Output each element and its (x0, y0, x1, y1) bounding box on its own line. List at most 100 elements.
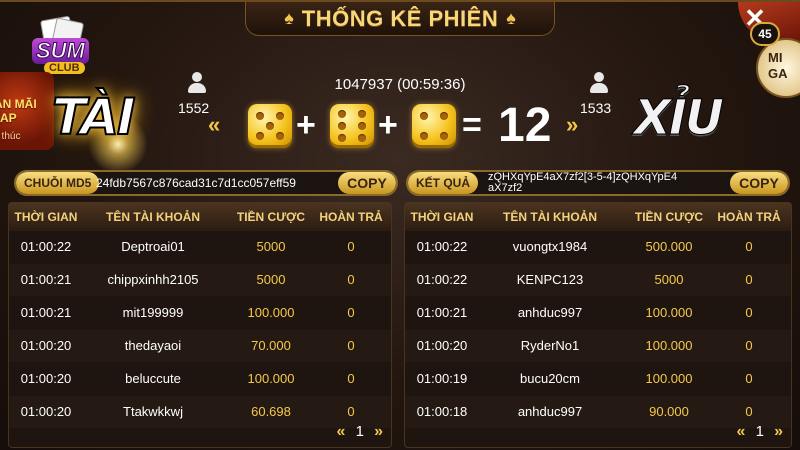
column-header: TÊN TÀI KHOẢN (503, 210, 597, 224)
dice-pip (420, 112, 428, 120)
dice-pip (276, 112, 284, 120)
tai-arrow-icon: « (208, 112, 221, 137)
promo-line: t thúc (0, 131, 21, 142)
promo-line: ẦN MÃI (0, 97, 37, 111)
dice-total: 12 (498, 99, 552, 152)
spade-icon: ♠ (506, 8, 516, 28)
cell-user: anhduc997 (517, 404, 583, 419)
md5-label: CHUỖI MD5 (16, 172, 100, 194)
column-header: TIỀN CƯỢC (236, 210, 306, 224)
cell-refund: 0 (745, 239, 753, 254)
cell-time: 01:00:22 (416, 239, 468, 254)
cell-time: 01:00:21 (20, 305, 72, 320)
dice-pip (440, 132, 448, 140)
table-row: 01:00:20 Ttakwkkwj 60.698 0 (9, 396, 391, 428)
cell-bet: 100.000 (645, 338, 693, 353)
next-page-button[interactable]: » (774, 423, 783, 440)
table-row: 01:00:20 beluccute 100.000 0 (9, 363, 391, 395)
table-row: 01:00:22 vuongtx1984 500.000 0 (405, 231, 791, 263)
dice-pip (338, 122, 346, 130)
cell-refund: 0 (347, 305, 355, 320)
column-header: THỜI GIAN (410, 210, 474, 224)
next-page-button[interactable]: » (374, 423, 383, 440)
dice-pip (358, 134, 366, 142)
sumclub-logo: SUM CLUB (24, 15, 96, 76)
cell-user: beluccute (125, 371, 181, 386)
result-value[interactable]: zQHXqYpE4aX7zf2[3-5-4]zQHXqYpE4 aX7zf2 (488, 172, 677, 194)
equals-sign: = (462, 106, 482, 144)
timer-badge: 45 (750, 22, 780, 46)
dice-2-icon (330, 104, 374, 148)
cell-refund: 0 (347, 371, 355, 386)
cell-bet: 100.000 (247, 305, 295, 320)
session-stats-panel: ♠ THỐNG KÊ PHIÊN ♠ SUM CLUB ẦN MÃI AP t … (0, 0, 800, 450)
table-row: 01:00:19 bucu20cm 100.000 0 (405, 363, 791, 395)
copy-result-button[interactable]: COPY (730, 172, 788, 194)
page-number: 1 (355, 423, 364, 440)
column-header: HOÀN TRẢ (319, 210, 383, 224)
column-header: HOÀN TRẢ (717, 210, 781, 224)
cell-user: KENPC123 (516, 272, 584, 287)
table-row: 01:00:20 RyderNo1 100.000 0 (405, 330, 791, 362)
dice-pip (440, 112, 448, 120)
cell-refund: 0 (745, 371, 753, 386)
side-menu-line: MI (768, 50, 783, 65)
cell-time: 01:00:22 (20, 239, 72, 254)
cell-time: 01:00:20 (20, 404, 72, 419)
prev-page-button[interactable]: « (737, 423, 746, 440)
user-icon (590, 72, 608, 94)
tai-player-count: 1552 (178, 100, 210, 116)
cell-bet: 100.000 (645, 305, 693, 320)
xiu-label: XỈU (634, 90, 725, 147)
dice-1-icon (248, 104, 292, 148)
result-label: KẾT QUẢ (408, 172, 478, 194)
table-row: 01:00:21 chippxinhh2105 5000 0 (9, 264, 391, 296)
cell-bet: 100.000 (645, 371, 693, 386)
cell-time: 01:00:21 (416, 305, 468, 320)
md5-bar: CHUỖI MD5 24fdb7567c876cad31c7d1cc057eff… (14, 170, 398, 196)
cell-refund: 0 (347, 272, 355, 287)
cell-user: thedayaoi (124, 338, 182, 353)
cell-refund: 0 (745, 305, 753, 320)
user-icon (188, 72, 206, 94)
cell-bet: 5000 (654, 272, 684, 287)
title-bar: ♠ THỐNG KÊ PHIÊN ♠ (245, 2, 555, 36)
table-header: THỜI GIAN TÊN TÀI KHOẢN TIỀN CƯỢC HOÀN T… (9, 203, 391, 231)
result-bar: KẾT QUẢ zQHXqYpE4aX7zf2[3-5-4]zQHXqYpE4 … (406, 170, 790, 196)
page-number: 1 (755, 423, 764, 440)
cell-bet: 60.698 (251, 404, 291, 419)
table-row: 01:00:18 anhduc997 90.000 0 (405, 396, 791, 428)
column-header: THỜI GIAN (14, 210, 78, 224)
promo-line: AP (0, 111, 17, 125)
tai-label: TÀI (51, 87, 137, 147)
result-value-line: aX7zf2 (488, 182, 523, 194)
plus-sign: + (378, 106, 398, 144)
cell-bet: 90.000 (649, 404, 689, 419)
copy-md5-button[interactable]: COPY (338, 172, 396, 194)
table-header: THỜI GIAN TÊN TÀI KHOẢN TIỀN CƯỢC HOÀN T… (405, 203, 791, 231)
column-header: TÊN TÀI KHOẢN (106, 210, 200, 224)
table-row: 01:00:21 mit199999 100.000 0 (9, 297, 391, 329)
cell-time: 01:00:20 (20, 371, 72, 386)
cell-user: chippxinhh2105 (107, 272, 199, 287)
dice-pip (358, 110, 366, 118)
md5-value[interactable]: 24fdb7567c876cad31c7d1cc057eff59 (96, 172, 296, 194)
dice-pip (266, 122, 274, 130)
column-header: TIỀN CƯỢC (634, 210, 704, 224)
cell-bet: 5000 (256, 239, 286, 254)
cell-bet: 5000 (256, 272, 286, 287)
table-row: 01:00:22 KENPC123 5000 0 (405, 264, 791, 296)
cell-user: anhduc997 (517, 305, 583, 320)
cell-time: 01:00:18 (416, 404, 468, 419)
dice-3-icon (412, 104, 456, 148)
page-title: THỐNG KÊ PHIÊN (301, 5, 499, 31)
cell-time: 01:00:20 (20, 338, 72, 353)
cell-refund: 0 (745, 338, 753, 353)
xiu-player-count: 1533 (580, 100, 612, 116)
prev-page-button[interactable]: « (337, 423, 346, 440)
dice-pip (256, 132, 264, 140)
cell-user: Deptroai01 (121, 239, 185, 254)
tai-bets-table: THỜI GIAN TÊN TÀI KHOẢN TIỀN CƯỢC HOÀN T… (8, 202, 392, 448)
table-row: 01:00:20 thedayaoi 70.000 0 (9, 330, 391, 362)
cell-bet: 70.000 (251, 338, 291, 353)
